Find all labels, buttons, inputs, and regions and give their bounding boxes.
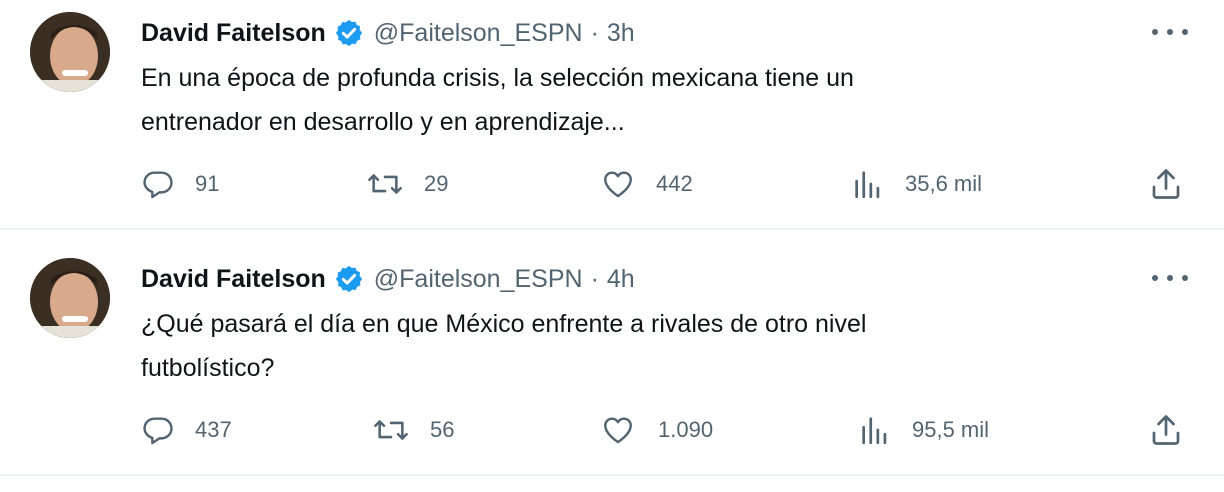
tweet-text-line: En una época de profunda crisis, la sele…: [141, 64, 854, 92]
tweet-header: David Faitelson @Faitelson_ESPN · 4h: [141, 262, 635, 296]
share-button[interactable]: [1148, 162, 1184, 206]
retweet-icon: [374, 420, 408, 440]
tweet-text-line: ¿Qué pasará el día en que México enfrent…: [141, 310, 867, 338]
tweet-actions: 437 56 1.090 95,5 mil: [0, 408, 1224, 452]
reply-icon: [143, 171, 173, 199]
tweet-text-line: futbolístico?: [141, 354, 275, 382]
views-icon: [862, 417, 887, 445]
share-icon: [1152, 169, 1180, 199]
tweet-time[interactable]: 3h: [607, 19, 635, 48]
retweet-button[interactable]: 29: [366, 162, 448, 206]
reply-icon: [143, 417, 173, 445]
avatar-image: [30, 12, 110, 92]
separator-dot: ·: [590, 18, 599, 47]
reply-button[interactable]: 437: [141, 408, 232, 452]
like-count: 442: [656, 171, 693, 196]
tweet-text[interactable]: ¿Qué pasará el día en que México enfrent…: [141, 302, 1161, 390]
avatar[interactable]: [30, 258, 110, 338]
tweet-header: David Faitelson @Faitelson_ESPN · 3h: [141, 16, 635, 50]
retweet-icon: [368, 174, 402, 194]
views-count: 95,5 mil: [912, 417, 990, 442]
tweet-actions: 91 29 442 35,6 mil: [0, 162, 1224, 206]
views-button[interactable]: 95,5 mil: [858, 408, 989, 452]
views-button[interactable]: 35,6 mil: [851, 162, 982, 206]
avatar[interactable]: [30, 12, 110, 92]
retweet-count: 56: [430, 417, 455, 442]
author-name[interactable]: David Faitelson: [141, 265, 326, 294]
reply-count: 91: [195, 171, 220, 196]
tweet-text-line: entrenador en desarrollo y en aprendizaj…: [141, 108, 625, 136]
like-icon: [604, 417, 632, 444]
retweet-button[interactable]: 56: [372, 408, 454, 452]
share-button[interactable]: [1148, 408, 1184, 452]
tweet-time[interactable]: 4h: [607, 265, 635, 294]
like-button[interactable]: 442: [600, 162, 693, 206]
like-button[interactable]: 1.090: [600, 408, 713, 452]
tweet[interactable]: David Faitelson @Faitelson_ESPN · 3h En …: [0, 0, 1224, 246]
tweet-text[interactable]: En una época de profunda crisis, la sele…: [141, 56, 1161, 144]
verified-badge-icon: [335, 265, 362, 293]
like-count: 1.090: [658, 417, 714, 442]
divider: [0, 228, 1224, 230]
views-icon: [855, 171, 880, 199]
tweet-feed: David Faitelson @Faitelson_ESPN · 3h En …: [0, 0, 1224, 492]
separator-dot: ·: [590, 264, 599, 293]
author-handle[interactable]: @Faitelson_ESPN: [374, 265, 583, 294]
views-count: 35,6 mil: [905, 171, 983, 196]
retweet-count: 29: [424, 171, 449, 196]
verified-badge-icon: [335, 19, 362, 47]
more-icon[interactable]: [1152, 266, 1188, 290]
share-icon: [1152, 415, 1180, 445]
author-name[interactable]: David Faitelson: [141, 19, 326, 48]
reply-count: 437: [195, 417, 232, 442]
author-handle[interactable]: @Faitelson_ESPN: [374, 19, 583, 48]
reply-button[interactable]: 91: [141, 162, 219, 206]
like-icon: [604, 171, 632, 198]
tweet[interactable]: David Faitelson @Faitelson_ESPN · 4h ¿Qu…: [0, 246, 1224, 492]
avatar-image: [30, 258, 110, 338]
more-icon[interactable]: [1152, 20, 1188, 44]
divider: [0, 474, 1224, 476]
